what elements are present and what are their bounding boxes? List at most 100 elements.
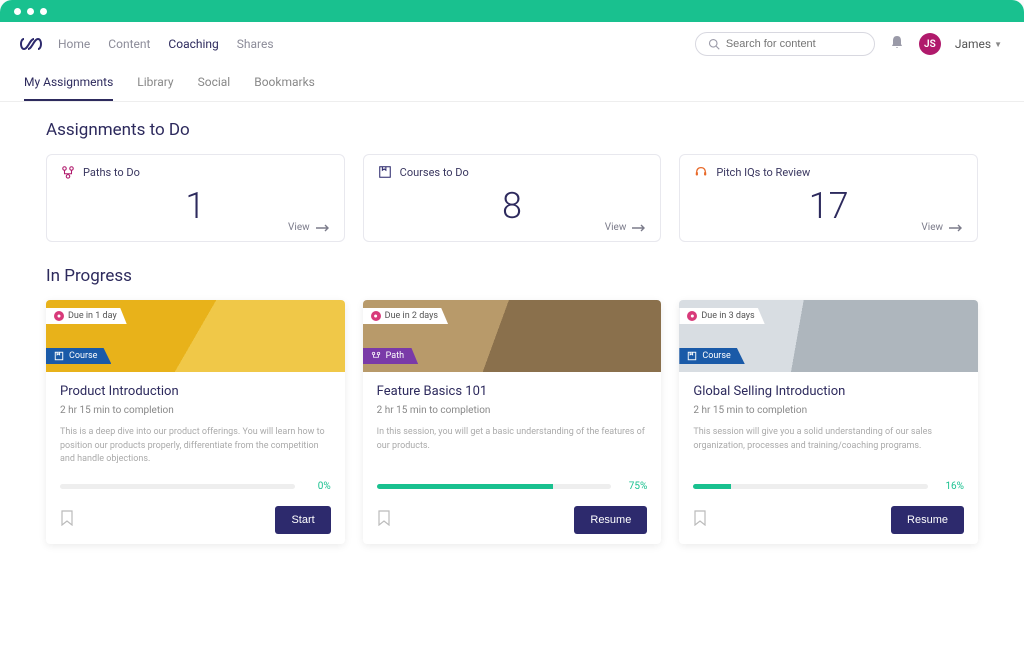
chevron-down-icon: ▼ (994, 40, 1002, 49)
avatar[interactable]: JS (919, 33, 941, 55)
card-hero: ● Due in 3 days Course (679, 300, 978, 372)
type-label: Course (69, 351, 97, 361)
progress-bar (60, 484, 295, 489)
resume-button[interactable]: Resume (891, 506, 964, 534)
due-badge: ● Due in 1 day (46, 308, 127, 324)
nav-home[interactable]: Home (58, 37, 90, 51)
header-right: JS James ▼ (695, 32, 1002, 56)
course-icon (378, 165, 392, 179)
arrow-right-icon (632, 224, 646, 232)
card-hero: ● Due in 2 days Path (363, 300, 662, 372)
card-title: Global Selling Introduction (693, 384, 964, 399)
type-badge: Course (46, 348, 111, 364)
summary-card-paths[interactable]: Paths to Do 1 View (46, 154, 345, 242)
progress-row: 0% (60, 481, 331, 492)
progress-row: 75% (377, 481, 648, 492)
due-label: Due in 2 days (385, 311, 438, 321)
logo[interactable] (18, 36, 44, 52)
bookmark-button[interactable] (377, 510, 391, 530)
arrow-right-icon (949, 224, 963, 232)
subnav-social[interactable]: Social (198, 67, 231, 101)
subnav-library[interactable]: Library (137, 67, 173, 101)
headset-icon (694, 165, 708, 179)
summary-head: Pitch IQs to Review (694, 165, 963, 179)
progress-percent: 75% (619, 481, 647, 492)
summary-label: Paths to Do (83, 166, 140, 179)
bookmark-button[interactable] (693, 510, 707, 530)
card-body: Feature Basics 101 2 hr 15 min to comple… (363, 372, 662, 544)
search-input[interactable] (726, 38, 846, 50)
subnav-assignments[interactable]: My Assignments (24, 67, 113, 101)
card-footer: Resume (693, 506, 964, 534)
sub-nav: My Assignments Library Social Bookmarks (0, 67, 1024, 102)
summary-label: Courses to Do (400, 166, 469, 179)
card-footer: Resume (377, 506, 648, 534)
card-footer: Start (60, 506, 331, 534)
card-body: Product Introduction 2 hr 15 min to comp… (46, 372, 345, 544)
type-badge: Path (363, 348, 418, 364)
progress-fill (693, 484, 731, 489)
course-icon (54, 351, 64, 361)
summary-count: 1 (61, 185, 330, 227)
window-dot[interactable] (27, 8, 34, 15)
user-menu[interactable]: James ▼ (955, 37, 1002, 51)
card-time: 2 hr 15 min to completion (693, 405, 964, 416)
nav-coaching[interactable]: Coaching (168, 37, 218, 51)
view-label: View (605, 222, 627, 233)
due-badge: ● Due in 2 days (363, 308, 448, 324)
summary-head: Courses to Do (378, 165, 647, 179)
view-label: View (288, 222, 310, 233)
infinity-icon (18, 36, 44, 52)
summary-view-link[interactable]: View (288, 222, 330, 233)
due-label: Due in 3 days (701, 311, 754, 321)
search-box[interactable] (695, 32, 875, 56)
notifications-button[interactable] (889, 34, 905, 54)
summary-view-link[interactable]: View (921, 222, 963, 233)
nav-content[interactable]: Content (108, 37, 150, 51)
nav-shares[interactable]: Shares (237, 37, 274, 51)
summary-card-courses[interactable]: Courses to Do 8 View (363, 154, 662, 242)
type-label: Course (702, 351, 730, 361)
card-time: 2 hr 15 min to completion (60, 405, 331, 416)
progress-card[interactable]: ● Due in 1 day Course Product Introducti… (46, 300, 345, 544)
summary-card-pitchiq[interactable]: Pitch IQs to Review 17 View (679, 154, 978, 242)
summary-count: 8 (378, 185, 647, 227)
progress-percent: 0% (303, 481, 331, 492)
bookmark-button[interactable] (60, 510, 74, 530)
card-description: This is a deep dive into our product off… (60, 426, 331, 467)
bookmark-icon (377, 510, 391, 526)
card-title: Product Introduction (60, 384, 331, 399)
start-button[interactable]: Start (275, 506, 330, 534)
card-time: 2 hr 15 min to completion (377, 405, 648, 416)
section-title-inprogress: In Progress (46, 266, 978, 286)
progress-row: 16% (693, 481, 964, 492)
summary-count: 17 (694, 185, 963, 227)
clock-icon: ● (54, 311, 64, 321)
user-name-label: James (955, 37, 991, 51)
progress-bar (377, 484, 612, 489)
resume-button[interactable]: Resume (574, 506, 647, 534)
course-icon (687, 351, 697, 361)
due-badge: ● Due in 3 days (679, 308, 764, 324)
type-badge: Course (679, 348, 744, 364)
progress-card[interactable]: ● Due in 2 days Path Feature Basics 101 … (363, 300, 662, 544)
window-dot[interactable] (40, 8, 47, 15)
main-nav: Home Content Coaching Shares (58, 37, 274, 51)
path-icon (371, 351, 381, 361)
bookmark-icon (693, 510, 707, 526)
main-content: Assignments to Do Paths to Do 1 View Cou… (0, 102, 1024, 564)
progress-percent: 16% (936, 481, 964, 492)
progress-fill (377, 484, 553, 489)
summary-view-link[interactable]: View (605, 222, 647, 233)
progress-card[interactable]: ● Due in 3 days Course Global Selling In… (679, 300, 978, 544)
card-hero: ● Due in 1 day Course (46, 300, 345, 372)
cards-row: ● Due in 1 day Course Product Introducti… (46, 300, 978, 544)
subnav-bookmarks[interactable]: Bookmarks (254, 67, 315, 101)
card-title: Feature Basics 101 (377, 384, 648, 399)
search-icon (708, 38, 720, 50)
section-title-todo: Assignments to Do (46, 120, 978, 140)
summary-label: Pitch IQs to Review (716, 166, 810, 179)
bell-icon (889, 34, 905, 50)
window-dot[interactable] (14, 8, 21, 15)
progress-bar (693, 484, 928, 489)
